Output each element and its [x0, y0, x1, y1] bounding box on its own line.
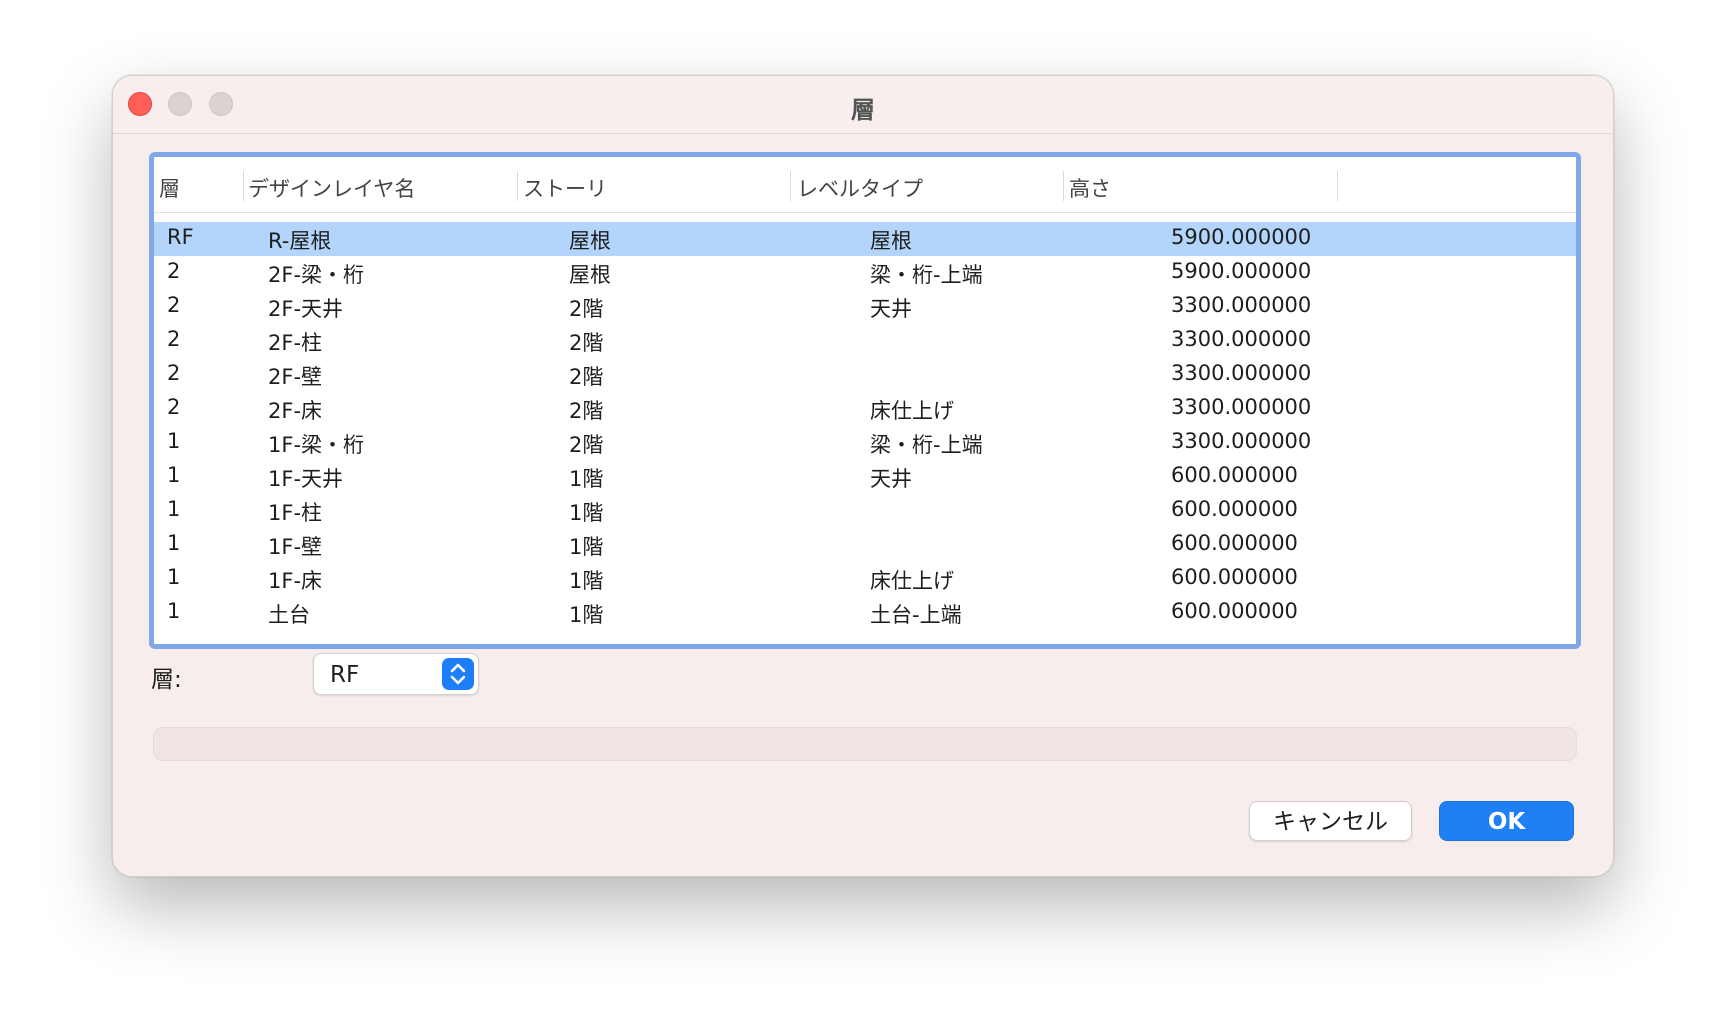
table-cell: 床仕上げ: [870, 399, 954, 423]
table-cell: 2: [167, 259, 181, 283]
table-cell: 1F-壁: [268, 535, 323, 559]
table-row[interactable]: 1 土台 1階 土台-上端 600.000000: [154, 596, 1576, 630]
table-cell: 3300.000000: [1171, 429, 1312, 453]
table-cell: 1F-床: [268, 569, 323, 593]
table-cell: 600.000000: [1171, 497, 1298, 521]
table-row[interactable]: 1 1F-天井 1階 天井 600.000000: [154, 460, 1576, 494]
column-header-height[interactable]: 高さ: [1069, 173, 1111, 203]
table-cell: 1階: [569, 501, 604, 525]
table-cell: 土台: [268, 603, 310, 627]
table-cell: RF: [167, 225, 194, 249]
table-cell: 2: [167, 395, 181, 419]
table-cell: 600.000000: [1171, 463, 1298, 487]
table-cell: 床仕上げ: [870, 569, 954, 593]
table-cell: 2階: [569, 399, 604, 423]
table-cell: 1: [167, 599, 181, 623]
cancel-button[interactable]: キャンセル: [1249, 801, 1412, 841]
table-cell: 2: [167, 293, 181, 317]
table-cell: 梁・桁-上端: [870, 263, 983, 287]
progress-bar: [153, 727, 1577, 761]
table-row[interactable]: 1 1F-柱 1階 600.000000: [154, 494, 1576, 528]
table-row[interactable]: 2 2F-梁・桁 屋根 梁・桁-上端 5900.000000: [154, 256, 1576, 290]
layer-select-value: RF: [330, 662, 360, 688]
table-cell: 3300.000000: [1171, 395, 1312, 419]
column-divider[interactable]: [517, 171, 518, 201]
table-cell: 2F-壁: [268, 365, 323, 389]
table-cell: R-屋根: [268, 229, 332, 253]
table-cell: 1: [167, 565, 181, 589]
table-cell: 600.000000: [1171, 531, 1298, 555]
table-cell: 1: [167, 497, 181, 521]
table-row[interactable]: 1 1F-床 1階 床仕上げ 600.000000: [154, 562, 1576, 596]
table-cell: 屋根: [569, 229, 611, 253]
table-cell: 2F-床: [268, 399, 323, 423]
ok-button[interactable]: OK: [1439, 801, 1574, 841]
table-row[interactable]: 1 1F-壁 1階 600.000000: [154, 528, 1576, 562]
layer-select[interactable]: RF: [313, 653, 479, 695]
layer-table[interactable]: 層 デザインレイヤ名 ストーリ レベルタイプ 高さ RF R-屋根 屋根 屋根 5900…: [149, 152, 1581, 649]
table-cell: 1階: [569, 569, 604, 593]
column-header-story[interactable]: ストーリ: [523, 173, 607, 203]
table-cell: 3300.000000: [1171, 293, 1312, 317]
table-cell: 2階: [569, 365, 604, 389]
table-cell: 天井: [870, 467, 912, 491]
table-cell: 2F-柱: [268, 331, 323, 355]
table-row[interactable]: 2 2F-天井 2階 天井 3300.000000: [154, 290, 1576, 324]
partially-scrolled-row: [154, 214, 1576, 222]
table-cell: 3300.000000: [1171, 361, 1312, 385]
table-row[interactable]: 2 2F-柱 2階 3300.000000: [154, 324, 1576, 358]
table-row[interactable]: 2 2F-床 2階 床仕上げ 3300.000000: [154, 392, 1576, 426]
table-cell: 2: [167, 361, 181, 385]
layer-field-label: 層:: [151, 667, 182, 693]
column-header-level-type[interactable]: レベルタイプ: [797, 173, 923, 203]
table-cell: 2F-梁・桁: [268, 263, 365, 287]
table-cell: 土台-上端: [870, 603, 962, 627]
table-cell: 屋根: [870, 229, 912, 253]
table-cell: 1階: [569, 535, 604, 559]
table-cell: 梁・桁-上端: [870, 433, 983, 457]
table-cell: 1: [167, 531, 181, 555]
table-cell: 2F-天井: [268, 297, 344, 321]
table-cell: 1F-柱: [268, 501, 323, 525]
table-cell: 600.000000: [1171, 599, 1298, 623]
column-divider[interactable]: [1337, 171, 1338, 201]
table-cell: 2階: [569, 433, 604, 457]
column-divider[interactable]: [790, 171, 791, 201]
column-divider[interactable]: [1063, 171, 1064, 201]
table-header: 層 デザインレイヤ名 ストーリ レベルタイプ 高さ: [154, 157, 1576, 213]
table-cell: 5900.000000: [1171, 259, 1312, 283]
column-divider[interactable]: [243, 171, 244, 201]
table-cell: 1F-天井: [268, 467, 344, 491]
table-cell: 1階: [569, 603, 604, 627]
table-cell: 3300.000000: [1171, 327, 1312, 351]
table-cell: 600.000000: [1171, 565, 1298, 589]
table-cell: 1: [167, 463, 181, 487]
table-cell: 5900.000000: [1171, 225, 1312, 249]
table-row[interactable]: 2 2F-壁 2階 3300.000000: [154, 358, 1576, 392]
title-bar[interactable]: 層: [113, 76, 1613, 134]
up-down-chevron-icon[interactable]: [442, 658, 474, 690]
table-cell: 1F-梁・桁: [268, 433, 365, 457]
table-cell: 2: [167, 327, 181, 351]
table-cell: 1: [167, 429, 181, 453]
layer-dialog: 層 層 デザインレイヤ名 ストーリ レベルタイプ 高さ RF R-屋根 屋根 屋根 59…: [112, 75, 1614, 877]
column-header-design-layer[interactable]: デザインレイヤ名: [248, 173, 415, 203]
column-header-layer[interactable]: 層: [159, 173, 180, 203]
table-cell: 1階: [569, 467, 604, 491]
window-title: 層: [851, 96, 875, 124]
table-row[interactable]: RF R-屋根 屋根 屋根 5900.000000: [154, 222, 1576, 256]
table-cell: 屋根: [569, 263, 611, 287]
table-row[interactable]: 1 1F-梁・桁 2階 梁・桁-上端 3300.000000: [154, 426, 1576, 460]
table-cell: 2階: [569, 331, 604, 355]
table-cell: 2階: [569, 297, 604, 321]
table-cell: 天井: [870, 297, 912, 321]
